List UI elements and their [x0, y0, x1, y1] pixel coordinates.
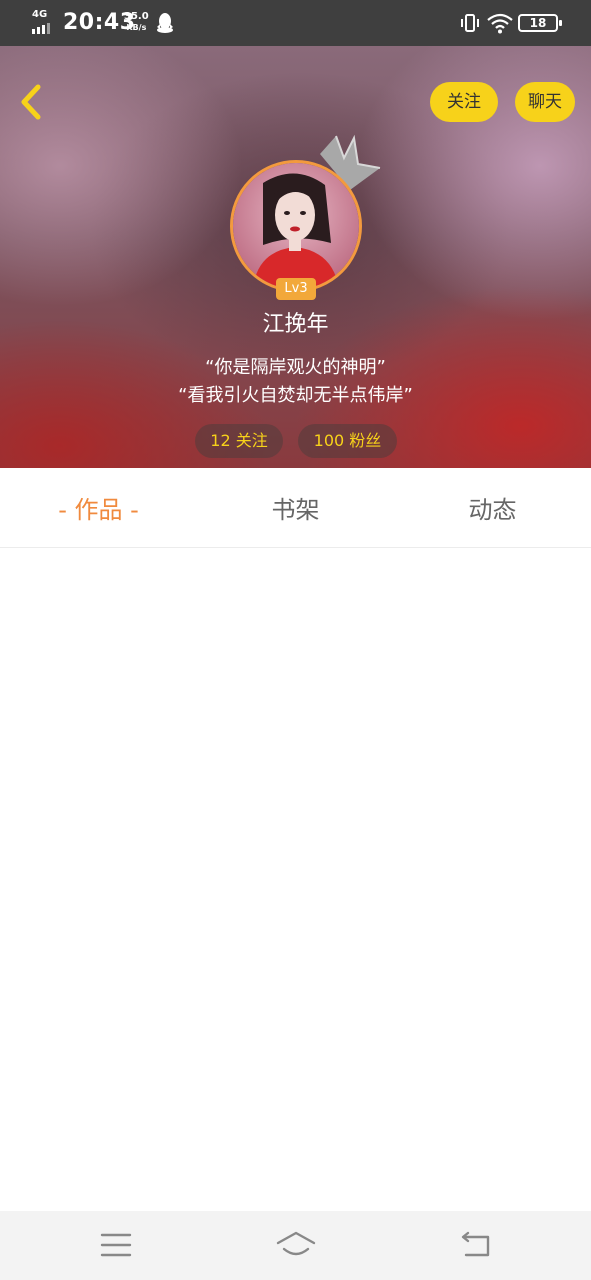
network-speed: 35.0 KB/s: [124, 12, 149, 33]
level-badge: Lv3: [276, 278, 316, 300]
speed-unit: KB/s: [126, 23, 147, 32]
tab-works[interactable]: - 作品 -: [0, 468, 197, 548]
tab-bookshelf[interactable]: 书架: [197, 468, 394, 548]
profile-page: 4G 20:43 35.0 KB/s 18 关注 聊天 Lv3 江挽年 “你是隔…: [0, 0, 591, 1280]
tab-content: [0, 549, 591, 1211]
home-icon[interactable]: [276, 1229, 316, 1261]
avatar[interactable]: [230, 160, 362, 292]
back-nav-icon[interactable]: [456, 1229, 496, 1261]
profile-header: 关注 聊天 Lv3 江挽年 “你是隔岸观火的神明” “看我引火自焚却无半点伟岸”…: [0, 46, 591, 468]
following-count[interactable]: 12 关注: [195, 424, 283, 458]
battery-icon: 18: [518, 14, 562, 32]
bio: “你是隔岸观火的神明” “看我引火自焚却无半点伟岸”: [0, 354, 591, 410]
fans-count[interactable]: 100 粉丝: [298, 424, 397, 458]
vibrate-icon: [461, 14, 479, 32]
battery-level: 18: [529, 16, 547, 30]
avatar-photo: [233, 163, 359, 289]
wifi-icon: [487, 13, 513, 34]
back-button[interactable]: [16, 82, 48, 122]
speed-value: 35.0: [124, 11, 149, 22]
chat-button[interactable]: 聊天: [515, 82, 575, 122]
status-bar: 4G 20:43 35.0 KB/s 18: [0, 0, 591, 46]
bio-line: “你是隔岸观火的神明”: [205, 357, 386, 378]
profile-tabs: - 作品 - 书架 动态: [0, 468, 591, 548]
bio-line: “看我引火自焚却无半点伟岸”: [178, 385, 413, 406]
menu-icon[interactable]: [96, 1229, 136, 1261]
signal-icon: 4G: [32, 10, 54, 34]
follow-button[interactable]: 关注: [430, 82, 498, 122]
username: 江挽年: [262, 312, 329, 337]
tab-moments[interactable]: 动态: [394, 468, 591, 548]
system-nav-bar: [0, 1211, 591, 1280]
qq-penguin-icon: [157, 13, 173, 33]
network-type: 4G: [32, 9, 48, 20]
